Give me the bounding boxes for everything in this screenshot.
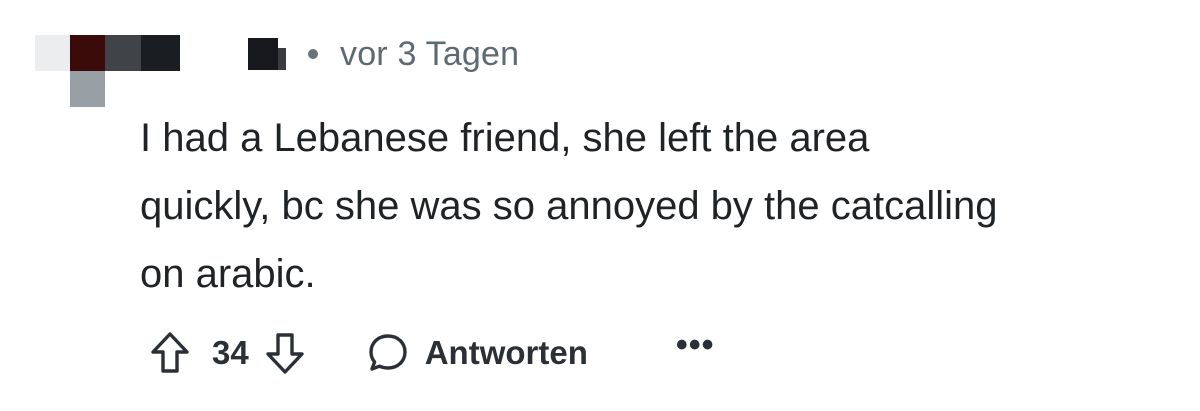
downvote-button[interactable] [265, 331, 305, 375]
arrow-up-outline-icon [151, 332, 189, 373]
upvote-button[interactable] [150, 331, 190, 375]
reply-button[interactable]: Antworten [367, 332, 588, 374]
reply-label: Antworten [424, 334, 588, 371]
comment: vor 3 Tagen I had a Lebanese friend, she… [0, 0, 1200, 411]
more-options-button[interactable]: ••• [676, 328, 715, 362]
username[interactable] [248, 36, 294, 72]
comment-header: vor 3 Tagen [248, 30, 519, 78]
speech-bubble-icon [369, 334, 407, 371]
vote-count: 34 [212, 334, 249, 371]
action-bar: 34 Antworten ••• [150, 325, 715, 381]
comment-body-line: I had a Lebanese friend, she left the ar… [140, 116, 870, 160]
separator-dot [308, 49, 318, 59]
timestamp[interactable]: vor 3 Tagen [340, 35, 519, 74]
comment-body: I had a Lebanese friend, she left the ar… [140, 104, 1180, 308]
comment-body-line: quickly, bc she was so annoyed by the ca… [140, 184, 998, 228]
comment-body-line: on arabic. [140, 252, 316, 296]
avatar[interactable] [35, 35, 180, 107]
arrow-down-outline-icon [266, 333, 304, 374]
